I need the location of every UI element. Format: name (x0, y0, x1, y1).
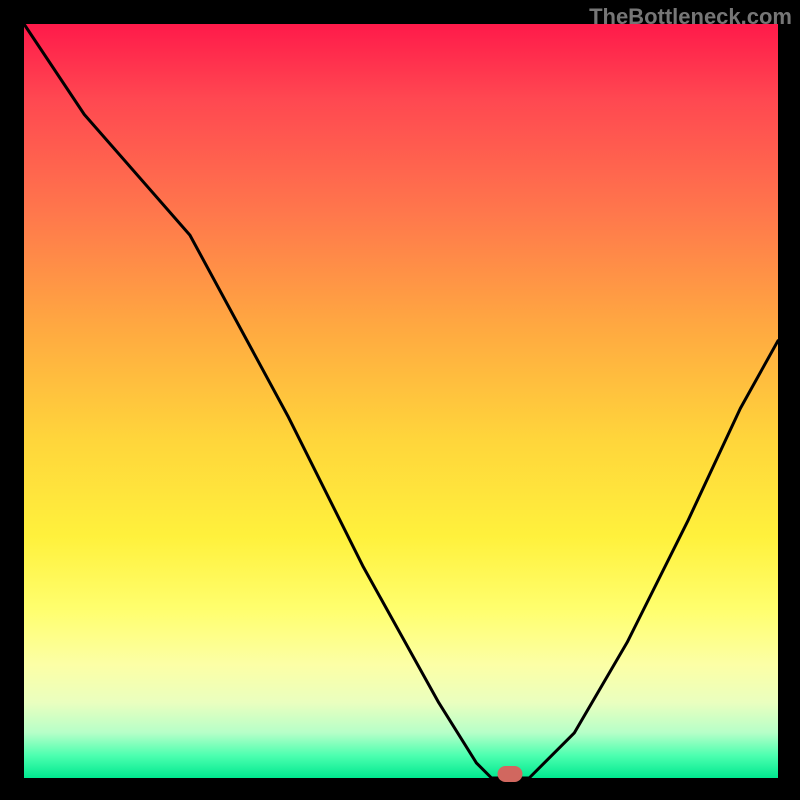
chart-frame: TheBottleneck.com (0, 0, 800, 800)
curve-path (24, 24, 778, 778)
chart-plot-area (24, 24, 778, 778)
watermark-text: TheBottleneck.com (589, 4, 792, 30)
marker-dot (498, 766, 523, 782)
chart-line-svg (24, 24, 778, 778)
